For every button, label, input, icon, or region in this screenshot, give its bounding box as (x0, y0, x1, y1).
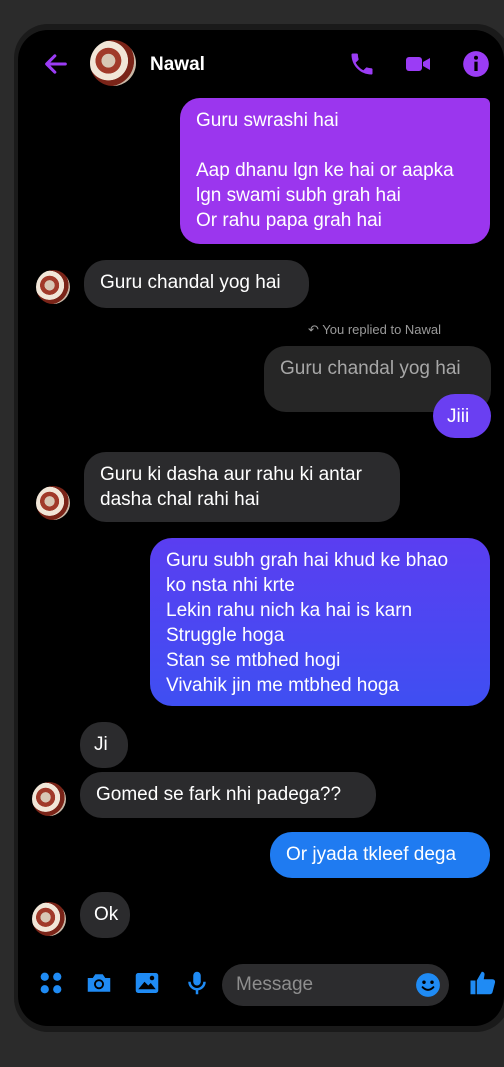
message-bubble-incoming[interactable]: Gomed se fark nhi padega?? (80, 772, 376, 818)
apps-icon[interactable] (36, 968, 66, 998)
message-bubble-outgoing[interactable]: Guru swrashi hai Aap dhanu lgn ke hai or… (180, 98, 490, 244)
message-bubble-incoming[interactable]: Ji (80, 722, 128, 768)
contact-avatar-small[interactable] (36, 270, 70, 304)
message-bubble-outgoing[interactable]: Guru subh grah hai khud ke bhao ko nsta … (150, 538, 490, 706)
phone-icon[interactable] (348, 50, 376, 78)
camera-icon[interactable] (84, 968, 114, 998)
contact-avatar[interactable] (90, 40, 136, 86)
message-bubble-incoming[interactable]: Guru chandal yog hai (84, 260, 309, 308)
message-bubble-outgoing[interactable]: Jiii (433, 394, 491, 438)
message-bubble-incoming[interactable]: Guru ki dasha aur rahu ki antar dasha ch… (84, 452, 400, 522)
contact-avatar-small[interactable] (32, 782, 66, 816)
emoji-icon[interactable] (415, 972, 441, 998)
mic-icon[interactable] (182, 968, 212, 998)
reply-arrow-icon: ↶ (308, 322, 323, 337)
contact-avatar-small[interactable] (36, 486, 70, 520)
back-arrow-icon[interactable] (42, 50, 70, 78)
message-input[interactable]: Message (222, 964, 449, 1006)
contact-avatar-small[interactable] (32, 902, 66, 936)
message-input-placeholder: Message (236, 974, 314, 995)
contact-name[interactable]: Nawal (150, 54, 205, 76)
thumbs-up-icon[interactable] (468, 968, 498, 998)
gallery-icon[interactable] (132, 968, 162, 998)
reply-label: ↶ You replied to Nawal (308, 322, 442, 337)
chat-header: Nawal (18, 30, 504, 100)
chat-screen: Nawal Guru swrashi hai Aap dhanu lgn ke … (18, 30, 504, 1026)
message-bubble-outgoing[interactable]: Or jyada tkleef dega (270, 832, 490, 878)
info-icon[interactable] (462, 50, 490, 78)
message-bubble-incoming[interactable]: Ok (80, 892, 130, 938)
video-icon[interactable] (404, 50, 432, 78)
